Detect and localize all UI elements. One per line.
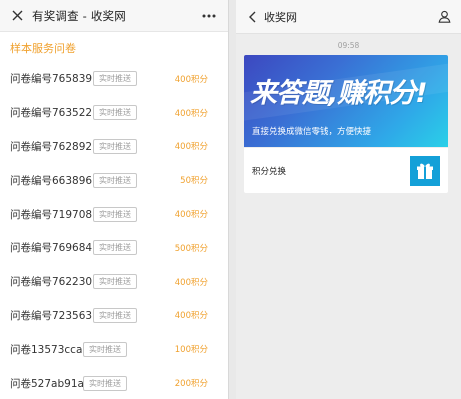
survey-name: 问卷编号769684	[10, 242, 93, 255]
survey-name: 问卷编号663896	[10, 174, 93, 187]
section-title: 样本服务问卷	[10, 42, 76, 55]
survey-name: 问卷527ab91a	[10, 377, 84, 390]
survey-name: 问卷编号762230	[10, 276, 93, 289]
user-icon[interactable]	[437, 10, 451, 24]
realtime-push-tag: 实时推送	[83, 375, 127, 391]
page-title: 有奖调查 - 收奖网	[32, 8, 126, 23]
survey-name: 问卷编号763522	[10, 107, 93, 120]
survey-row[interactable]: 问卷编号762230 实时推送 400积分	[0, 265, 228, 299]
survey-points: 400积分	[174, 142, 208, 153]
survey-points: 400积分	[174, 108, 208, 119]
points-exchange-row[interactable]: 积分兑换	[244, 147, 448, 193]
realtime-push-tag: 实时推送	[93, 274, 137, 290]
banner-subline: 直接兑换成微信零钱，方便快捷	[252, 127, 372, 137]
back-icon[interactable]	[246, 10, 258, 24]
more-icon[interactable]	[200, 9, 218, 23]
realtime-push-tag: 实时推送	[93, 172, 137, 188]
chat-title: 收奖网	[264, 10, 297, 24]
survey-points: 50积分	[180, 176, 208, 187]
survey-row[interactable]: 问卷编号723563 实时推送 400积分	[0, 299, 228, 333]
survey-points: 200积分	[174, 379, 208, 390]
survey-row[interactable]: 问卷编号765839 实时推送 400积分	[0, 62, 228, 96]
survey-points: 400积分	[174, 311, 208, 322]
message-timestamp: 09:58	[337, 41, 360, 50]
realtime-push-tag: 实时推送	[93, 71, 137, 87]
survey-row[interactable]: 问卷编号769684 实时推送 500积分	[0, 231, 228, 265]
realtime-push-tag: 实时推送	[93, 307, 137, 323]
survey-name: 问卷编号719708	[10, 208, 93, 221]
survey-points: 400积分	[174, 277, 208, 288]
survey-points: 400积分	[174, 74, 208, 85]
survey-row[interactable]: 问卷编号762892 实时推送 400积分	[0, 130, 228, 164]
realtime-push-tag: 实时推送	[93, 138, 137, 154]
survey-list: 问卷编号765839 实时推送 400积分 问卷编号763522 实时推送 40…	[0, 62, 228, 399]
survey-points: 400积分	[174, 210, 208, 221]
realtime-push-tag: 实时推送	[93, 206, 137, 222]
survey-points: 100积分	[174, 345, 208, 356]
chat-screen: 收奖网 09:58 来答题,赚积分! 直接兑换成微信零钱，方便快捷 积分兑换	[236, 0, 461, 399]
right-navbar: 收奖网	[236, 0, 461, 34]
survey-row[interactable]: 问卷13573cca 实时推送 100积分	[0, 332, 228, 366]
gift-icon	[410, 155, 440, 186]
survey-points: 500积分	[174, 243, 208, 254]
survey-name: 问卷编号765839	[10, 73, 93, 86]
close-icon[interactable]	[10, 9, 24, 23]
left-navbar: 有奖调查 - 收奖网	[0, 0, 228, 32]
points-exchange-label: 积分兑换	[252, 166, 287, 177]
banner-headline: 来答题,赚积分!	[250, 78, 428, 109]
promo-banner[interactable]: 来答题,赚积分! 直接兑换成微信零钱，方便快捷	[244, 55, 448, 147]
survey-row[interactable]: 问卷编号663896 实时推送 50积分	[0, 163, 228, 197]
survey-name: 问卷编号723563	[10, 309, 93, 322]
promo-card[interactable]: 来答题,赚积分! 直接兑换成微信零钱，方便快捷 积分兑换	[244, 55, 448, 193]
survey-list-screen: 有奖调查 - 收奖网 样本服务问卷 问卷编号765839 实时推送 400积分 …	[0, 0, 229, 399]
realtime-push-tag: 实时推送	[83, 341, 127, 357]
realtime-push-tag: 实时推送	[93, 240, 137, 256]
survey-row[interactable]: 问卷编号719708 实时推送 400积分	[0, 197, 228, 231]
survey-name: 问卷13573cca	[10, 343, 83, 356]
survey-row[interactable]: 问卷编号763522 实时推送 400积分	[0, 96, 228, 130]
survey-row[interactable]: 问卷527ab91a 实时推送 200积分	[0, 366, 228, 399]
realtime-push-tag: 实时推送	[93, 105, 137, 121]
survey-name: 问卷编号762892	[10, 140, 93, 153]
